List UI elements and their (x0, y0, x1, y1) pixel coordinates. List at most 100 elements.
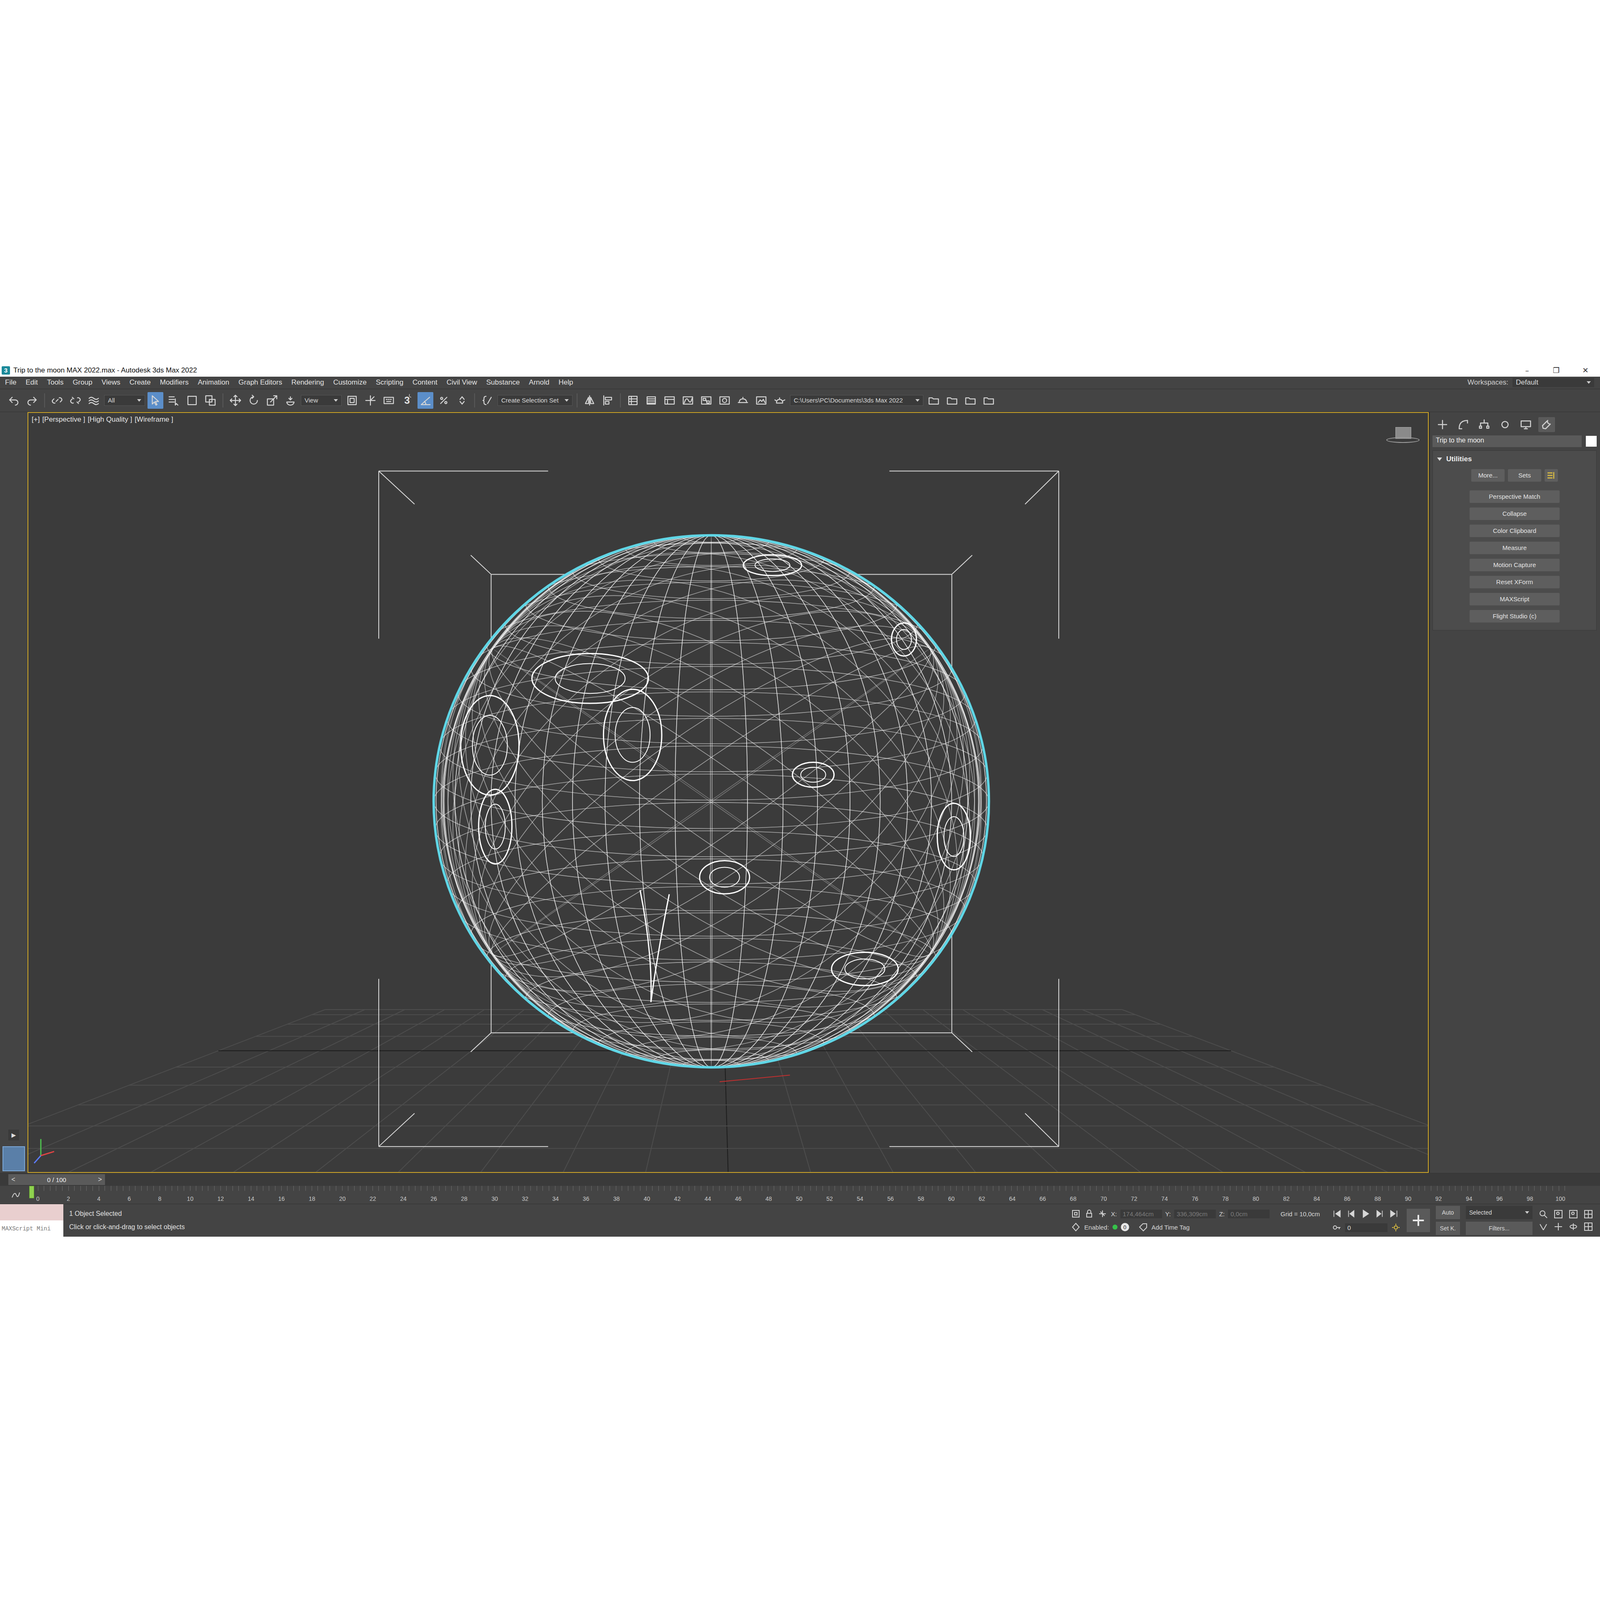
mini-curve-editor-button[interactable] (0, 1185, 32, 1204)
coordinate-field[interactable]: 174,464cm (1120, 1209, 1163, 1219)
command-panel-tab[interactable] (1475, 417, 1493, 433)
menu-item[interactable]: Customize (333, 378, 367, 387)
set-key-mode-button[interactable]: Set K. (1435, 1221, 1460, 1235)
time-slider[interactable]: <0 / 100> (0, 1173, 1600, 1186)
menu-item[interactable]: Substance (486, 378, 520, 387)
viewport-label-menu[interactable]: [+] (31, 415, 40, 424)
menu-item[interactable]: Arnold (528, 378, 550, 387)
menu-item[interactable]: File (5, 378, 17, 387)
toolbar-button[interactable] (202, 392, 219, 409)
menu-item[interactable]: Tools (47, 378, 64, 387)
utility-button[interactable]: Perspective Match (1469, 490, 1560, 503)
window-control-button[interactable]: ❐ (1541, 365, 1571, 375)
object-name-field[interactable]: Trip to the moon (1432, 435, 1582, 448)
viewport-label-menu[interactable]: [Wireframe ] (134, 415, 174, 424)
zoomall-icon[interactable] (1553, 1209, 1564, 1220)
toolbar-dropdown[interactable]: All (104, 395, 145, 406)
maxv-icon[interactable] (1583, 1221, 1594, 1232)
toolbar-button[interactable] (184, 392, 200, 409)
toolbar-dropdown[interactable]: C:\Users\PC\Documents\3ds Max 2022 (790, 395, 924, 406)
toolbar-button[interactable] (85, 392, 102, 409)
toolbar-button[interactable] (753, 392, 770, 409)
toolbar-button[interactable] (282, 392, 299, 409)
viewport-label-menu[interactable]: [High Quality ] (87, 415, 133, 424)
viewport-label-menu[interactable]: [Perspective ] (42, 415, 85, 424)
toolbar-button[interactable] (661, 392, 678, 409)
maxv-icon[interactable] (1583, 1209, 1594, 1220)
utility-button[interactable]: Motion Capture (1469, 558, 1560, 572)
next-frame-button[interactable]: > (95, 1175, 105, 1184)
menu-item[interactable]: Scripting (375, 378, 404, 387)
last-icon[interactable] (1388, 1208, 1400, 1220)
menu-item[interactable]: Graph Editors (238, 378, 283, 387)
enabled-dot[interactable] (1112, 1224, 1118, 1230)
key-filters-button[interactable]: Filters... (1465, 1221, 1533, 1235)
current-frame-marker[interactable] (29, 1185, 35, 1199)
command-panel-tab[interactable] (1455, 417, 1472, 433)
utility-button[interactable]: More... (1471, 469, 1505, 482)
toolbar-button[interactable] (944, 392, 960, 409)
toolbar-button[interactable] (454, 392, 470, 409)
track-bar-ruler[interactable]: 0246810121416182022242628303234363840424… (31, 1185, 1567, 1204)
toolbar-button[interactable] (245, 392, 262, 409)
toolbar-button[interactable] (962, 392, 979, 409)
adaptive-degradation-icon[interactable] (1070, 1222, 1081, 1233)
snap-toggle-button[interactable]: 3 (399, 392, 415, 409)
utility-button[interactable]: Collapse (1469, 507, 1560, 520)
toolbar-button[interactable] (698, 392, 715, 409)
toolbar-button[interactable] (417, 392, 434, 409)
layout-tab[interactable] (2, 1146, 25, 1172)
menu-item[interactable]: Help (558, 378, 574, 387)
expand-layout-button[interactable]: ▶ (8, 1129, 20, 1141)
nextf-icon[interactable] (1374, 1208, 1385, 1220)
toolbar-dropdown[interactable]: Create Selection Set (497, 395, 573, 406)
coordinate-field[interactable]: 336,309cm (1174, 1209, 1216, 1219)
toolbar-button[interactable] (227, 392, 244, 409)
iso-icon[interactable] (1070, 1208, 1081, 1219)
toolbar-button[interactable] (165, 392, 182, 409)
add-time-tag[interactable]: Add Time Tag (1151, 1223, 1190, 1231)
command-panel-tab[interactable] (1496, 417, 1514, 433)
utility-button[interactable]: Sets (1507, 469, 1542, 482)
configure-sets-button[interactable] (1544, 469, 1558, 482)
toolbar-button[interactable] (479, 392, 495, 409)
toolbar-button[interactable] (600, 392, 616, 409)
object-color-swatch[interactable] (1585, 435, 1597, 447)
menu-item[interactable]: Views (101, 378, 121, 387)
pan-icon[interactable] (1553, 1221, 1564, 1232)
zoom-icon[interactable] (1538, 1209, 1549, 1220)
toolbar-button[interactable] (67, 392, 84, 409)
time-slider-thumb[interactable]: <0 / 100> (8, 1174, 105, 1185)
maxscript-input[interactable] (0, 1204, 64, 1221)
orbit-icon[interactable] (1568, 1221, 1579, 1232)
toolbar-button[interactable] (344, 392, 360, 409)
menu-item[interactable]: Civil View (446, 378, 478, 387)
play-icon[interactable] (1360, 1208, 1371, 1220)
time-configuration-icon[interactable] (1390, 1222, 1401, 1233)
previous-frame-button[interactable]: < (8, 1175, 19, 1184)
window-control-button[interactable]: ✕ (1570, 365, 1600, 375)
utility-button[interactable]: Flight Studio (c) (1469, 610, 1560, 623)
workspaces-dropdown[interactable]: Default (1512, 377, 1595, 388)
menu-item[interactable]: Rendering (291, 378, 324, 387)
menu-item[interactable]: Group (72, 378, 93, 387)
menu-item[interactable]: Create (129, 378, 151, 387)
first-icon[interactable] (1331, 1208, 1343, 1220)
toolbar-button[interactable] (264, 392, 280, 409)
rollout-header[interactable]: Utilities (1432, 453, 1597, 465)
key-mode-icon[interactable] (1331, 1222, 1342, 1233)
toolbar-button[interactable] (625, 392, 641, 409)
toolbar-button[interactable] (147, 392, 164, 409)
perspective-viewport[interactable]: [+][Perspective ][High Quality ][Wirefra… (27, 412, 1429, 1173)
toolbar-button[interactable] (380, 392, 397, 409)
toolbar-button[interactable] (925, 392, 942, 409)
utility-button[interactable]: Color Clipboard (1469, 524, 1560, 538)
toolbar-button[interactable] (771, 392, 788, 409)
menu-item[interactable]: Edit (25, 378, 38, 387)
command-panel-tab[interactable] (1434, 417, 1451, 433)
toolbar-button[interactable] (24, 392, 40, 409)
utility-button[interactable]: Measure (1469, 541, 1560, 555)
auto-key-button[interactable]: Auto (1435, 1205, 1460, 1220)
command-panel-tab[interactable] (1538, 417, 1555, 433)
toolbar-button[interactable] (49, 392, 65, 409)
